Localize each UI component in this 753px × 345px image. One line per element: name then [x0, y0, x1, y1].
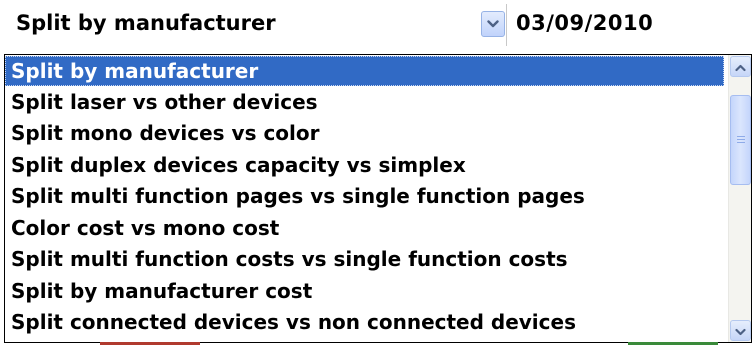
dropdown-option-split-multifunction-pages[interactable]: Split multi function pages vs single fun…: [5, 181, 724, 211]
dropdown-option-split-laser[interactable]: Split laser vs other devices: [5, 87, 724, 117]
dropdown-option-split-connected-devices[interactable]: Split connected devices vs non connected…: [5, 307, 724, 337]
split-by-select[interactable]: Split by manufacturer: [6, 4, 506, 46]
dropdown-option-split-duplex[interactable]: Split duplex devices capacity vs simplex: [5, 150, 724, 180]
scroll-up-arrow-icon: [735, 57, 746, 76]
scroll-up-button[interactable]: [730, 56, 751, 77]
field-divider: [506, 4, 507, 46]
dropdown-option-split-by-manufacturer[interactable]: Split by manufacturer: [5, 56, 724, 86]
date-field[interactable]: 03/09/2010: [516, 11, 653, 35]
chevron-down-icon: [487, 19, 499, 29]
scroll-down-button[interactable]: [730, 320, 751, 341]
thumb-grip-line: [737, 136, 745, 137]
dropdown-option-split-manufacturer-cost[interactable]: Split by manufacturer cost: [5, 276, 724, 306]
dropdown-option-list[interactable]: Split by manufacturer Split laser vs oth…: [4, 54, 752, 343]
dropdown-options: Split by manufacturer Split laser vs oth…: [5, 55, 724, 342]
dropdown-toggle-button[interactable]: [481, 11, 505, 37]
dropdown-option-color-cost[interactable]: Color cost vs mono cost: [5, 213, 724, 243]
thumb-grip-line: [737, 142, 745, 143]
scroll-down-arrow-icon: [735, 321, 746, 340]
dropdown-option-split-multifunction-costs[interactable]: Split multi function costs vs single fun…: [5, 244, 724, 274]
list-scrollbar[interactable]: [728, 55, 751, 342]
select-current-value: Split by manufacturer: [16, 11, 276, 35]
scroll-thumb[interactable]: [730, 95, 751, 185]
dropdown-option-split-mono-color[interactable]: Split mono devices vs color: [5, 118, 724, 148]
thumb-grip-line: [737, 139, 745, 140]
report-split-selector-screen: Split by manufacturer 03/09/2010 Split b…: [0, 0, 753, 345]
